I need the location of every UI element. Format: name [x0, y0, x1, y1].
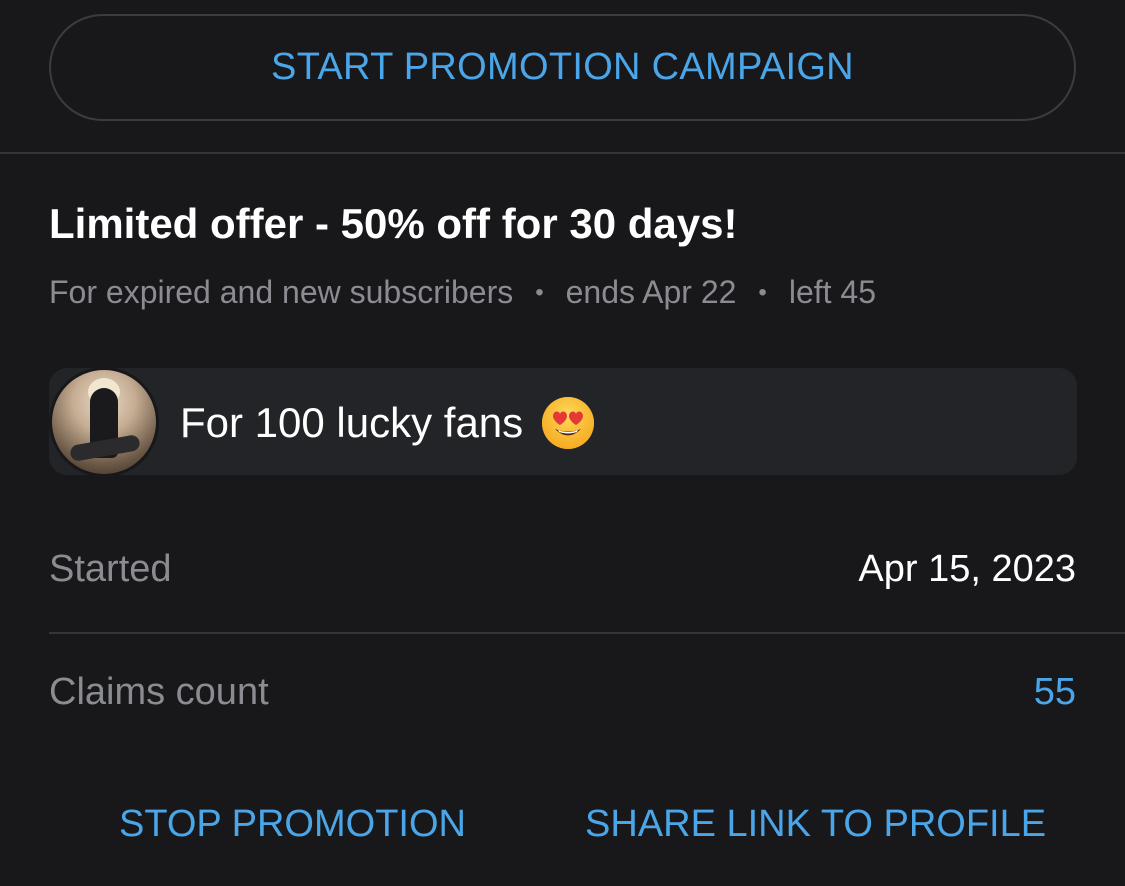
offer-remaining: left 45 [788, 274, 876, 310]
promotion-panel: START PROMOTION CAMPAIGN Limited offer -… [0, 0, 1125, 886]
claims-count-value[interactable]: 55 [1034, 671, 1076, 714]
meta-separator: • [535, 278, 544, 306]
share-link-to-profile-button[interactable]: SHARE LINK TO PROFILE [585, 803, 1046, 846]
offer-end-date: ends Apr 22 [565, 274, 737, 310]
heart-eyes-emoji-icon [541, 396, 595, 450]
claims-count-label: Claims count [49, 671, 269, 713]
meta-separator: • [758, 278, 767, 306]
stop-promotion-button[interactable]: STOP PROMOTION [119, 803, 466, 846]
offer-title: Limited offer - 50% off for 30 days! [49, 200, 738, 247]
promotion-message: For 100 lucky fans [180, 396, 595, 450]
section-divider [0, 152, 1125, 154]
start-promotion-campaign-button[interactable]: START PROMOTION CAMPAIGN [49, 14, 1076, 121]
started-value: Apr 15, 2023 [858, 548, 1076, 590]
start-promotion-campaign-label: START PROMOTION CAMPAIGN [271, 46, 854, 88]
offer-meta: For expired and new subscribers • ends A… [49, 274, 876, 311]
avatar [49, 367, 159, 477]
avatar-image [52, 370, 156, 474]
row-divider [49, 632, 1125, 634]
started-label: Started [49, 548, 172, 590]
promotion-message-text: For 100 lucky fans [180, 399, 524, 446]
offer-audience: For expired and new subscribers [49, 274, 514, 310]
